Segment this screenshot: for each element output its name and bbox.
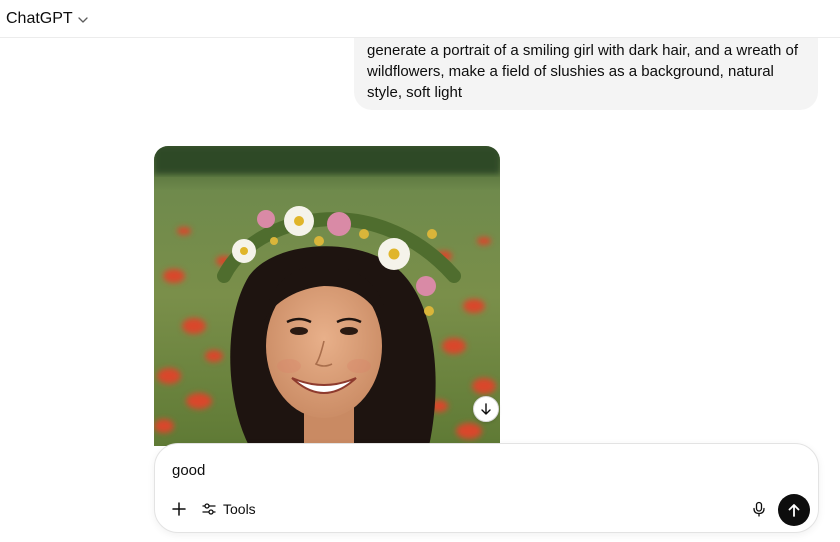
tools-label: Tools xyxy=(223,501,256,517)
message-composer: Tools xyxy=(154,443,819,533)
model-name: ChatGPT xyxy=(6,9,73,27)
generated-image[interactable] xyxy=(154,146,500,446)
message-input[interactable] xyxy=(172,460,772,480)
chevron-down-icon xyxy=(78,16,88,23)
user-message-bubble: generate a portrait of a smiling girl wi… xyxy=(354,38,818,110)
portrait-image xyxy=(154,146,500,446)
user-message-text: generate a portrait of a smiling girl wi… xyxy=(367,42,799,101)
model-selector[interactable]: ChatGPT xyxy=(6,10,89,28)
sliders-icon xyxy=(202,503,216,515)
arrow-up-icon xyxy=(788,504,800,517)
tools-button[interactable]: Tools xyxy=(201,498,256,520)
send-button[interactable] xyxy=(778,494,810,526)
top-bar: ChatGPT xyxy=(0,0,840,38)
download-image-button[interactable] xyxy=(473,396,499,422)
voice-input-button[interactable] xyxy=(749,499,769,519)
plus-icon xyxy=(172,502,186,516)
arrow-down-icon xyxy=(481,403,491,415)
microphone-icon xyxy=(753,501,765,517)
add-attachment-button[interactable] xyxy=(169,499,189,519)
